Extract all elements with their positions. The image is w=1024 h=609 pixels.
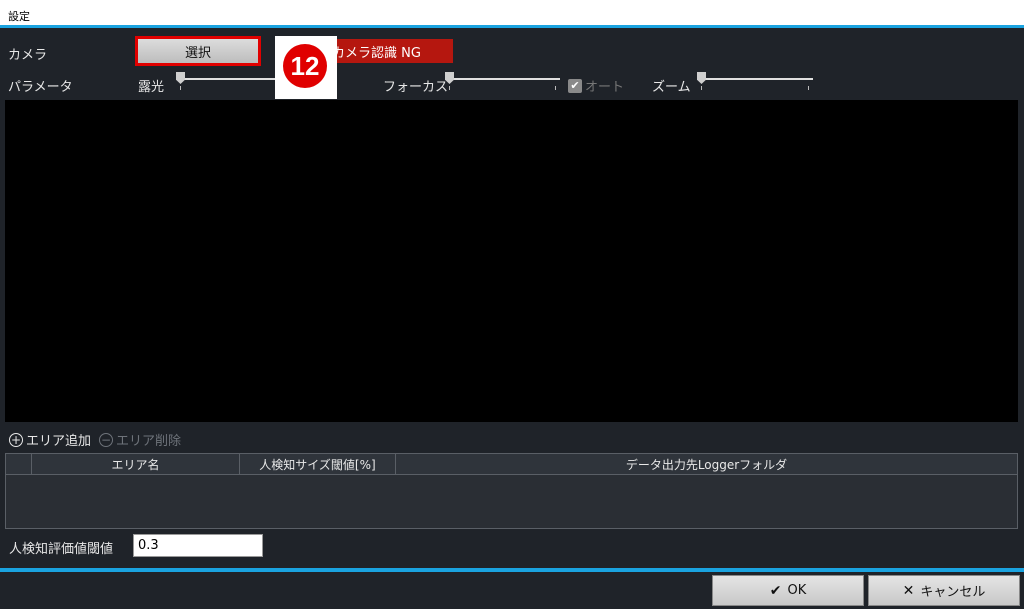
area-table-header: エリア名 人検知サイズ閾値[%] データ出力先Loggerフォルダ [6,454,1017,475]
column-size-threshold[interactable]: 人検知サイズ閾値[%] [240,454,396,474]
detection-threshold-label: 人検知評価値閾値 [9,542,114,557]
row-header-column [6,454,32,474]
delete-area-label: エリア削除 [116,434,182,449]
camera-preview[interactable] [5,100,1018,422]
delete-area-button[interactable]: − エリア削除 [99,430,181,449]
parameters-label: パラメータ [8,80,73,95]
title-bar: 設定 [0,0,1024,28]
minus-circle-icon: − [99,432,113,447]
exposure-slider-track [176,78,275,80]
camera-status-text: カメラ認識 NG [332,45,421,61]
exposure-slider-thumb[interactable] [176,72,185,84]
exposure-label: 露光 [138,80,165,95]
footer-divider [0,568,1024,572]
focus-slider-track [445,78,560,80]
zoom-slider-thumb[interactable] [697,72,706,84]
focus-auto-label: オート [585,80,625,95]
plus-circle-icon: + [9,432,23,447]
callout-marker: 12 [275,36,337,99]
exposure-slider-tick [180,86,181,90]
zoom-label: ズーム [652,80,691,95]
focus-slider-tick-start [449,86,450,90]
add-area-label: エリア追加 [26,434,92,449]
camera-label: カメラ [8,48,48,63]
ok-label: OK [787,583,807,598]
zoom-slider-tick-end [808,86,809,90]
focus-label: フォーカス [383,80,449,95]
focus-slider-tick-end [555,86,556,90]
cancel-button[interactable]: ✕ キャンセル [868,575,1020,606]
zoom-slider-tick-start [701,86,702,90]
zoom-slider[interactable] [697,72,813,90]
window-title: 設定 [8,10,30,23]
focus-slider[interactable] [445,72,560,90]
detection-threshold-input[interactable] [133,534,263,557]
area-table[interactable]: エリア名 人検知サイズ閾値[%] データ出力先Loggerフォルダ [5,453,1018,529]
column-logger-folder[interactable]: データ出力先Loggerフォルダ [396,454,1017,474]
column-area-name[interactable]: エリア名 [32,454,240,474]
focus-slider-thumb[interactable] [445,72,454,84]
camera-select-button[interactable]: 選択 [135,36,261,66]
x-icon: ✕ [902,582,915,599]
zoom-slider-track [697,78,813,80]
check-icon: ✔ [769,582,782,599]
check-icon: ✔ [568,78,582,93]
exposure-slider[interactable] [176,72,275,90]
callout-number: 12 [283,44,327,88]
cancel-label: キャンセル [920,585,986,600]
add-area-button[interactable]: + エリア追加 [9,430,91,449]
ok-button[interactable]: ✔ OK [712,575,864,606]
focus-auto-checkbox[interactable]: ✔ オート [568,76,624,95]
